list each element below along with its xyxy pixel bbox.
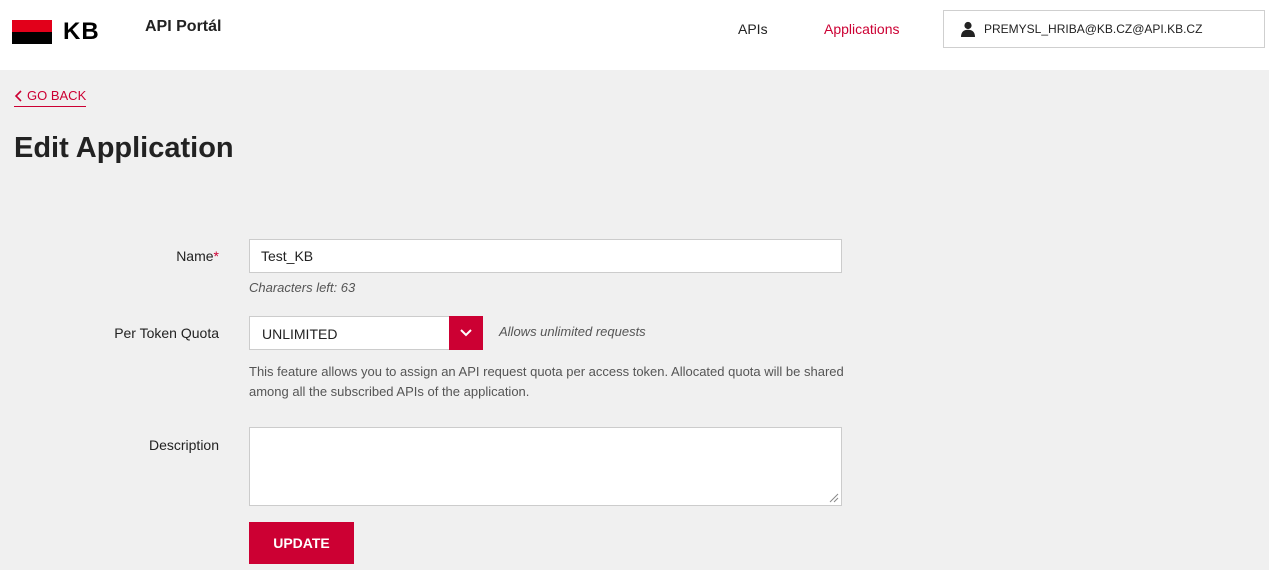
nav-applications-link[interactable]: Applications (824, 21, 900, 37)
quota-label: Per Token Quota (114, 325, 219, 341)
characters-left: Characters left: 63 (249, 280, 356, 295)
name-label: Name* (19, 248, 219, 264)
user-menu[interactable]: PREMYSL_HRIBA@KB.CZ@API.KB.CZ (943, 10, 1265, 48)
user-icon (960, 21, 976, 37)
quota-hint: Allows unlimited requests (499, 324, 646, 339)
update-button[interactable]: UPDATE (249, 522, 354, 564)
page-title: Edit Application (14, 132, 234, 164)
portal-title: API Portál (145, 18, 222, 35)
description-label: Description (148, 437, 219, 453)
resize-grip-icon[interactable] (829, 493, 839, 503)
go-back-link[interactable]: GO BACK (14, 88, 87, 107)
quota-selected-value: UNLIMITED (262, 326, 338, 342)
chevron-down-icon (460, 329, 472, 337)
kb-logo-mark (12, 20, 52, 44)
name-input[interactable] (249, 239, 842, 273)
kb-logo[interactable]: KB (12, 20, 100, 44)
quota-select[interactable]: UNLIMITED (249, 316, 483, 350)
description-textarea[interactable] (249, 427, 842, 506)
top-header: KB API Portál APIs Applications PREMYSL_… (0, 0, 1269, 64)
name-label-text: Name (176, 248, 214, 264)
user-email: PREMYSL_HRIBA@KB.CZ@API.KB.CZ (984, 22, 1203, 36)
required-mark: * (213, 248, 219, 264)
quota-dropdown-button[interactable] (449, 316, 483, 350)
quota-description: This feature allows you to assign an API… (249, 364, 844, 399)
chevron-left-icon (14, 89, 22, 102)
nav-apis-link[interactable]: APIs (738, 21, 768, 37)
kb-logo-text: KB (63, 18, 100, 45)
main-content: GO BACK Edit Application Name* Character… (0, 70, 1269, 570)
go-back-label: GO BACK (27, 88, 87, 103)
